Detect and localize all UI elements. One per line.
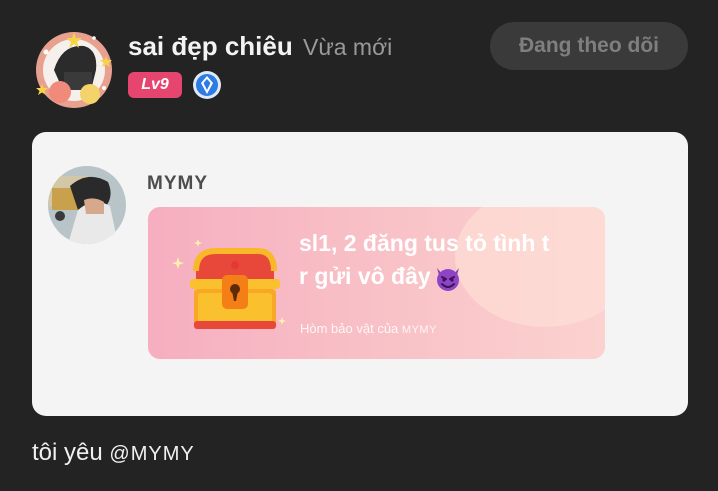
shared-treasure-card[interactable]: MYMY sl1, 2 đăng tus tỏ tình t r gửi vô … bbox=[32, 132, 688, 416]
mention-link[interactable]: @MYMY bbox=[109, 443, 194, 465]
treasure-box[interactable]: sl1, 2 đăng tus tỏ tình t r gửi vô đây H… bbox=[148, 207, 605, 359]
verified-icon bbox=[192, 70, 222, 100]
mymy-avatar[interactable] bbox=[48, 166, 126, 244]
treasure-message-line-1: sl1, 2 đăng tus tỏ tình t bbox=[299, 230, 550, 256]
treasure-caption: Hòm bảo vật của MYMY bbox=[300, 321, 437, 338]
level-badge: Lv9 bbox=[128, 72, 182, 98]
treasure-caption-prefix: Hòm bảo vật của bbox=[300, 321, 399, 336]
mymy-name[interactable]: MYMY bbox=[147, 173, 208, 195]
author-avatar[interactable] bbox=[32, 26, 116, 114]
treasure-message-line-2: r gửi vô đây bbox=[299, 263, 431, 289]
post-caption-text: tôi yêu bbox=[32, 439, 110, 466]
treasure-chest-icon bbox=[168, 229, 288, 339]
following-button[interactable]: Đang theo dõi bbox=[490, 22, 688, 70]
smiling-devil-icon bbox=[433, 263, 463, 293]
post-screen: sai đẹp chiêu Vừa mới Lv9 Đang theo dõi … bbox=[0, 0, 718, 491]
post-time: Vừa mới bbox=[303, 34, 393, 60]
post-caption: tôi yêu @MYMY bbox=[32, 438, 195, 469]
treasure-caption-owner: MYMY bbox=[401, 324, 437, 336]
author-name[interactable]: sai đẹp chiêu bbox=[128, 31, 293, 61]
treasure-message: sl1, 2 đăng tus tỏ tình t r gửi vô đây bbox=[299, 227, 589, 293]
